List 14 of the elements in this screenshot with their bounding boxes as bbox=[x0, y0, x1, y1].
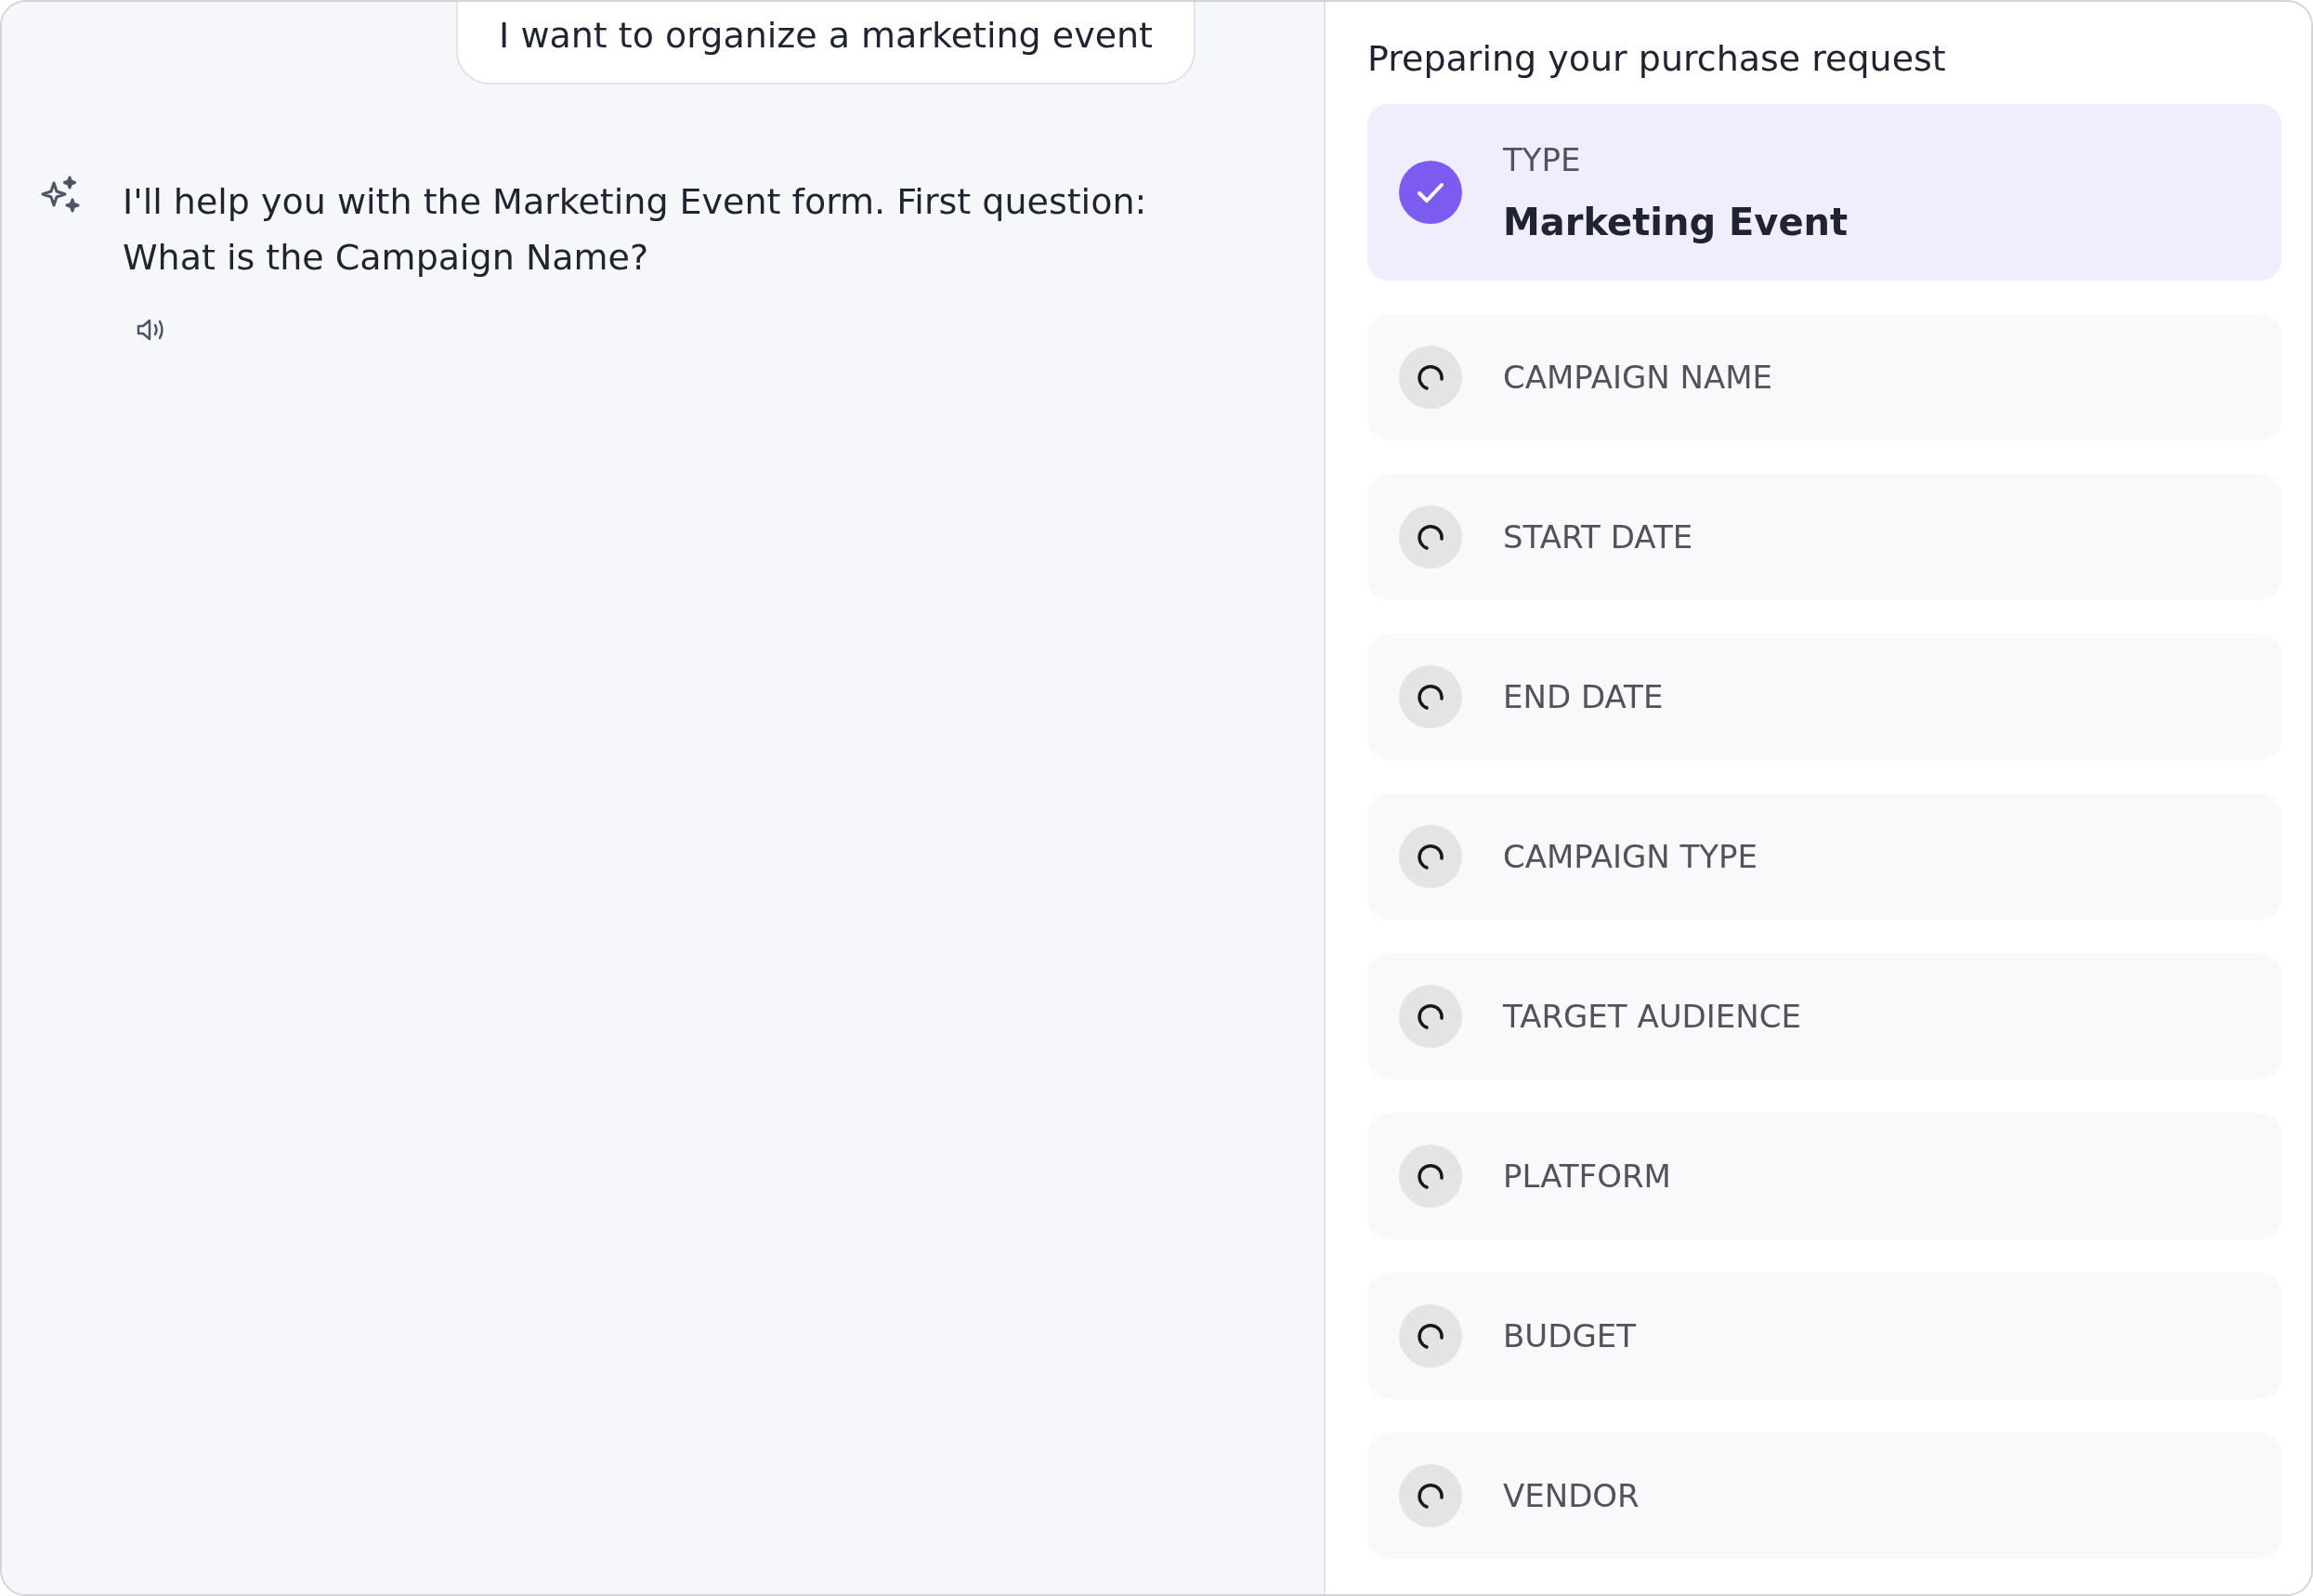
field-value: Marketing Event bbox=[1503, 200, 1849, 245]
assistant-message: I'll help you with the Marketing Event form. First question: What is the Campaign Name? bbox=[123, 180, 1148, 280]
field-label: PLATFORM bbox=[1503, 1157, 1671, 1197]
field-label: TYPE bbox=[1503, 140, 1582, 180]
field-label: START DATE bbox=[1503, 517, 1693, 557]
field-label: CAMPAIGN NAME bbox=[1503, 358, 1773, 398]
panel-title: Preparing your purchase request bbox=[1367, 37, 1947, 81]
sparkle-icon bbox=[39, 176, 82, 215]
field-label: VENDOR bbox=[1503, 1476, 1640, 1516]
field-label: BUDGET bbox=[1503, 1316, 1636, 1356]
field-label: TARGET AUDIENCE bbox=[1503, 997, 1801, 1037]
field-label: CAMPAIGN TYPE bbox=[1503, 837, 1758, 877]
field-label: END DATE bbox=[1503, 677, 1664, 717]
user-message: I want to organize a marketing event bbox=[456, 2, 1196, 85]
